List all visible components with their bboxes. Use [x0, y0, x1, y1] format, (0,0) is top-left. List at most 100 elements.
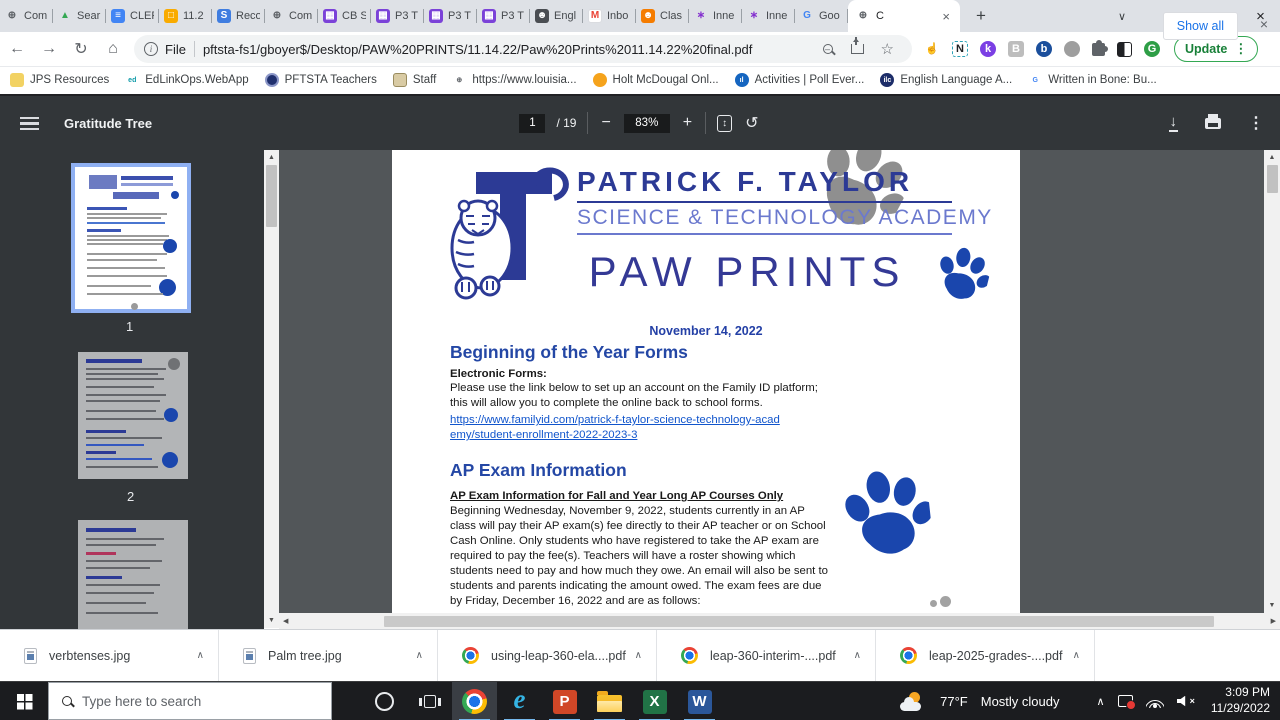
chevron-up-icon[interactable]: ∧: [854, 650, 861, 661]
puzzle-extensions-icon[interactable]: [1092, 43, 1105, 56]
browser-tab[interactable]: □ 11.2: [159, 0, 212, 32]
browser-tab[interactable]: ▦ CB S: [318, 0, 371, 32]
start-button[interactable]: [0, 682, 48, 720]
browser-tab[interactable]: ☻ Engl: [530, 0, 583, 32]
Palm tree.jpg[interactable]: Palm tree.jpg ∧: [219, 630, 438, 681]
leap-360-interim-....pdf[interactable]: leap-360-interim-....pdf ∧: [657, 630, 876, 681]
task-view-button[interactable]: [407, 682, 452, 720]
bookmark-item[interactable]: ilc English Language A...: [880, 73, 1012, 87]
weather-icon[interactable]: [900, 692, 927, 711]
browser-tab[interactable]: ▦ P3 T: [477, 0, 530, 32]
sidebar-scrollbar-thumb[interactable]: [266, 165, 277, 227]
pdf-scrollbar-horizontal[interactable]: ◀ ▶: [279, 613, 1280, 629]
pdf-more-menu-icon[interactable]: ⋮: [1248, 113, 1264, 133]
share-icon[interactable]: [851, 44, 864, 54]
blue-b-extension-icon[interactable]: b: [1036, 41, 1052, 57]
volume-muted-icon[interactable]: ×: [1177, 696, 1195, 707]
excel-taskbar-icon[interactable]: X: [632, 682, 677, 720]
thumbs-up-extension-icon[interactable]: ☝: [924, 41, 940, 57]
browser-tab[interactable]: ⊕ Com: [0, 0, 53, 32]
browser-tab[interactable]: ☻ Clas: [636, 0, 689, 32]
bookmark-item[interactable]: ıl Activities | Poll Ever...: [735, 73, 865, 87]
browser-tab[interactable]: S Reco: [212, 0, 265, 32]
pdf-scrollbar-horizontal-thumb[interactable]: [384, 616, 1214, 627]
reload-button[interactable]: ↻: [66, 34, 96, 64]
cortana-button[interactable]: [362, 682, 407, 720]
hidden-icons-chevron[interactable]: ∧: [1097, 695, 1105, 708]
zoom-in-button[interactable]: +: [681, 114, 694, 132]
browser-tab[interactable]: ▦ P3 T: [371, 0, 424, 32]
active-tab[interactable]: ⊕ C ×: [848, 0, 960, 32]
gray-b-extension-icon[interactable]: B: [1008, 41, 1024, 57]
notification-icon[interactable]: [1118, 695, 1133, 707]
leap-2025-grades-....pdf[interactable]: leap-2025-grades-....pdf ∧: [876, 630, 1095, 681]
print-icon[interactable]: [1205, 118, 1221, 129]
browser-tab[interactable]: G Goo: [795, 0, 848, 32]
browser-tab[interactable]: M Inbo: [583, 0, 636, 32]
browser-tab[interactable]: ⊕ Com: [265, 0, 318, 32]
weather-temperature[interactable]: 77°F: [940, 694, 968, 709]
zoom-out-button[interactable]: −: [599, 114, 612, 132]
chevron-up-icon[interactable]: ∧: [416, 650, 423, 661]
bookmark-star-icon[interactable]: ☆: [881, 40, 894, 58]
word-taskbar-icon[interactable]: W: [677, 682, 722, 720]
kami-extension-icon[interactable]: k: [980, 41, 996, 57]
forward-button[interactable]: →: [34, 34, 64, 64]
rotate-icon[interactable]: ↺: [743, 113, 760, 133]
taskbar-clock[interactable]: 3:09 PM 11/29/2022: [1208, 685, 1270, 716]
new-tab-button[interactable]: +: [970, 6, 992, 26]
chevron-up-icon[interactable]: ∧: [197, 650, 204, 661]
address-bar[interactable]: i File pftsta-fs1/gboyer$/Desktop/PAW%20…: [134, 35, 912, 63]
browser-menu-icon[interactable]: ⋮: [1234, 41, 1247, 57]
zoom-level[interactable]: 83%: [624, 114, 670, 133]
file-explorer-taskbar-icon[interactable]: [587, 682, 632, 720]
scroll-up-icon[interactable]: ▲: [1269, 150, 1276, 165]
download-icon[interactable]: ↓: [1169, 114, 1179, 132]
reader-mode-icon[interactable]: [1117, 42, 1132, 57]
bookmark-item[interactable]: ⊕ https://www.louisia...: [452, 73, 576, 87]
bookmark-item[interactable]: JPS Resources: [10, 73, 109, 87]
balloon-extension-icon[interactable]: [1064, 41, 1080, 57]
scroll-right-icon[interactable]: ▶: [1267, 618, 1280, 625]
wifi-icon[interactable]: [1146, 695, 1164, 708]
scroll-left-icon[interactable]: ◀: [279, 618, 292, 625]
back-button[interactable]: ←: [2, 34, 32, 64]
browser-tab[interactable]: ∗ Inne: [742, 0, 795, 32]
taskbar-search-box[interactable]: Type here to search: [48, 682, 332, 720]
using-leap-360-ela....pdf[interactable]: using-leap-360-ela....pdf ∧: [438, 630, 657, 681]
bookmark-item[interactable]: Holt McDougal Onl...: [593, 73, 719, 87]
page-thumbnail-2[interactable]: [78, 352, 188, 479]
chevron-up-icon[interactable]: ∧: [635, 650, 642, 661]
internet-explorer-taskbar-icon[interactable]: e: [497, 682, 542, 720]
fit-to-page-icon[interactable]: ↕: [717, 115, 732, 132]
verbtenses.jpg[interactable]: verbtenses.jpg ∧: [0, 630, 219, 681]
chrome-taskbar-icon[interactable]: [452, 682, 497, 720]
chevron-up-icon[interactable]: ∧: [1073, 650, 1080, 661]
scroll-down-icon[interactable]: ▼: [1269, 598, 1276, 613]
browser-tab[interactable]: ▦ P3 T: [424, 0, 477, 32]
home-button[interactable]: ⌂: [98, 34, 128, 64]
pdf-scrollbar-thumb[interactable]: [1267, 165, 1278, 193]
bookmark-item[interactable]: Staff: [393, 73, 436, 87]
info-icon[interactable]: i: [144, 42, 158, 56]
tab-search-chevron-icon[interactable]: ∨: [1108, 0, 1136, 32]
zoom-magnifier-icon[interactable]: –: [823, 44, 833, 54]
browser-tab[interactable]: ▲ Sear: [53, 0, 106, 32]
family-id-link[interactable]: https://www.familyid.com/patrick-f-taylo…: [450, 413, 780, 443]
close-downloads-bar-icon[interactable]: ×: [1260, 16, 1268, 32]
bookmark-item[interactable]: G Written in Bone: Bu...: [1028, 73, 1156, 87]
bookmark-item[interactable]: ed EdLinkOps.WebApp: [125, 73, 248, 87]
tab-close-icon[interactable]: ×: [940, 9, 952, 24]
page-thumbnail-1[interactable]: [71, 163, 191, 313]
page-number-input[interactable]: 1: [519, 114, 545, 133]
scroll-up-icon[interactable]: ▲: [268, 150, 275, 165]
profile-avatar[interactable]: G: [1144, 41, 1160, 57]
scroll-down-icon[interactable]: ▼: [268, 613, 275, 628]
notion-extension-icon[interactable]: N: [952, 41, 968, 57]
powerpoint-taskbar-icon[interactable]: P: [542, 682, 587, 720]
page-thumbnail-3[interactable]: [78, 520, 188, 629]
show-all-downloads-button[interactable]: Show all: [1163, 12, 1238, 40]
browser-tab[interactable]: ≡ CLEP: [106, 0, 159, 32]
pdf-scrollbar-vertical[interactable]: ▲ ▼: [1264, 150, 1280, 613]
weather-condition[interactable]: Mostly cloudy: [981, 694, 1060, 709]
